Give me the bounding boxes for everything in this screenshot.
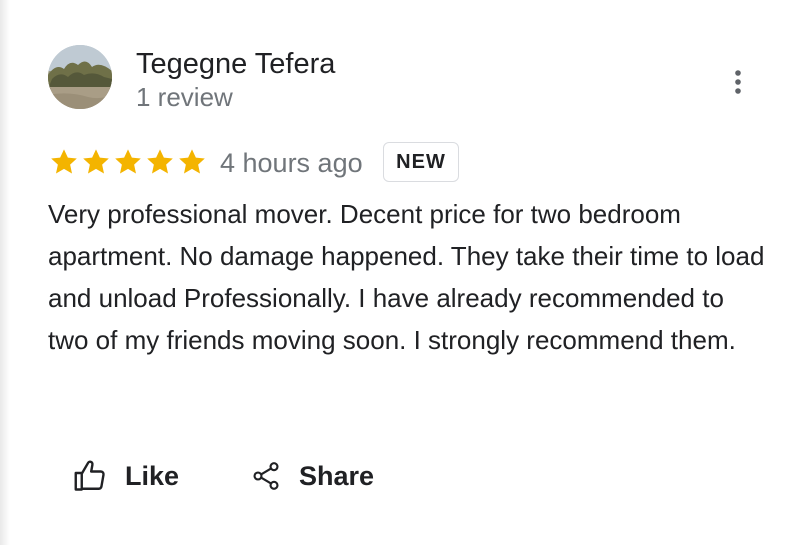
star-icon [115,149,141,174]
star-rating [48,146,208,178]
reviewer-name[interactable]: Tegegne Tefera [136,46,335,82]
avatar-photo [48,45,112,109]
star-icon [51,149,77,174]
like-label: Like [125,460,180,491]
star-icon [179,149,205,174]
panel-edge [0,0,10,545]
like-button[interactable]: Like [72,454,179,498]
share-button[interactable]: Share [250,454,374,498]
avatar[interactable] [48,45,112,109]
review-time: 4 hours ago [220,148,363,178]
share-label: Share [299,460,375,491]
new-badge: NEW [383,142,459,182]
more-options-button[interactable] [722,62,754,102]
more-vert-icon [735,70,741,94]
share-icon [253,462,279,490]
review-text: Very professional mover. Decent price fo… [48,199,765,355]
star-icon [83,149,109,174]
star-icon [147,149,173,174]
thumb-up-icon [74,460,105,491]
review-card: Tegegne Tefera 1 review 4 hours ago NEW … [0,0,798,545]
review-count: 1 review [136,82,233,112]
